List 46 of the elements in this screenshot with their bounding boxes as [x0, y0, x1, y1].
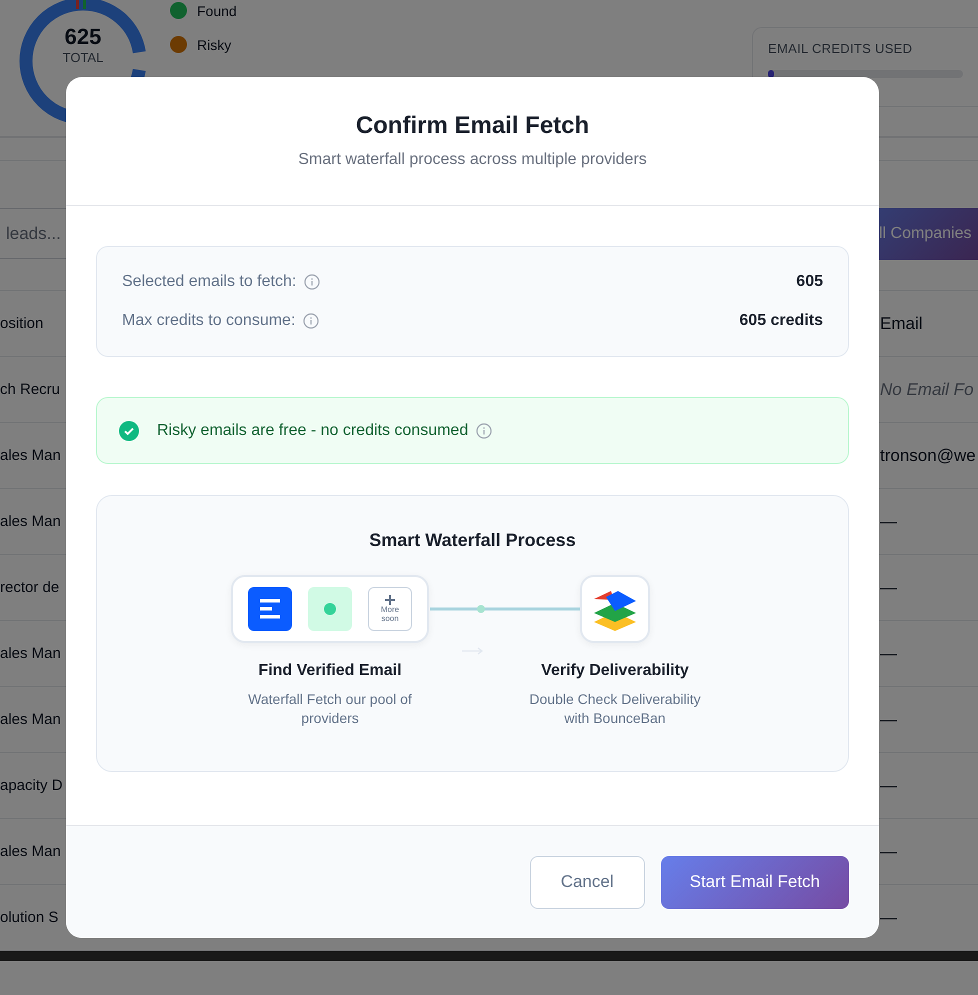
- table-cell-text: —: [880, 710, 898, 730]
- plus-icon: [385, 595, 395, 605]
- table-cell-text: —: [880, 842, 898, 862]
- table-cell-text: —: [880, 908, 898, 928]
- table-cell: rector de: [0, 579, 60, 596]
- table-cell: olution S: [0, 909, 58, 926]
- info-icon: [476, 422, 492, 438]
- step-title: Find Verified Email: [258, 662, 402, 680]
- check-icon: [119, 420, 139, 440]
- waterfall-title: Smart Waterfall Process: [369, 530, 576, 551]
- total-label: TOTAL: [62, 50, 104, 65]
- table-cell: ales Man: [0, 447, 61, 464]
- stat-label: Max credits to consume:: [122, 312, 296, 330]
- table-cell: ales Man: [0, 645, 61, 662]
- stat-value: 605 credits: [739, 312, 823, 330]
- legend-label: Found: [197, 2, 237, 18]
- table-cell-text: —: [880, 644, 898, 664]
- info-icon: [304, 274, 320, 290]
- table-cell-text: —: [880, 776, 898, 796]
- column-header: osition: [0, 315, 44, 332]
- cancel-button[interactable]: Cancel: [530, 856, 645, 908]
- table-cell-text: —: [880, 578, 898, 598]
- dialog-subtitle: Smart waterfall process across multiple providers: [298, 151, 647, 169]
- step-description: Waterfall Fetch our pool of providers: [247, 690, 413, 728]
- table-cell-text: —: [880, 512, 898, 532]
- step-description: Double Check Deliverability with BounceBan: [528, 690, 702, 728]
- start-fetch-button[interactable]: Start Email Fetch: [660, 856, 849, 908]
- table-cell: ales Man: [0, 843, 61, 860]
- table-cell: ch Recru: [0, 381, 60, 398]
- column-header: Email: [880, 314, 924, 334]
- table-cell-text: tronson@we: [880, 446, 977, 466]
- provider-logo-icon: [248, 587, 292, 631]
- table-cell: ales Man: [0, 513, 61, 530]
- table-cell: ales Man: [0, 711, 61, 728]
- info-icon: [303, 313, 320, 329]
- table-cell-text: No Email Fo: [880, 380, 975, 400]
- dialog-title: Confirm Email Fetch: [356, 112, 590, 140]
- stat-label: Selected emails to fetch:: [122, 273, 296, 291]
- notice-text: Risky emails are free - no credits consumed: [157, 422, 468, 440]
- total-count: 625: [64, 24, 102, 50]
- table-cell: apacity D: [0, 777, 63, 794]
- legend-label: Risky: [197, 36, 232, 52]
- more-label: More soon: [380, 605, 400, 623]
- stat-value: 605: [796, 273, 823, 291]
- credits-title: EMAIL CREDITS USED: [768, 41, 914, 56]
- step-title: Verify Deliverability: [541, 662, 689, 680]
